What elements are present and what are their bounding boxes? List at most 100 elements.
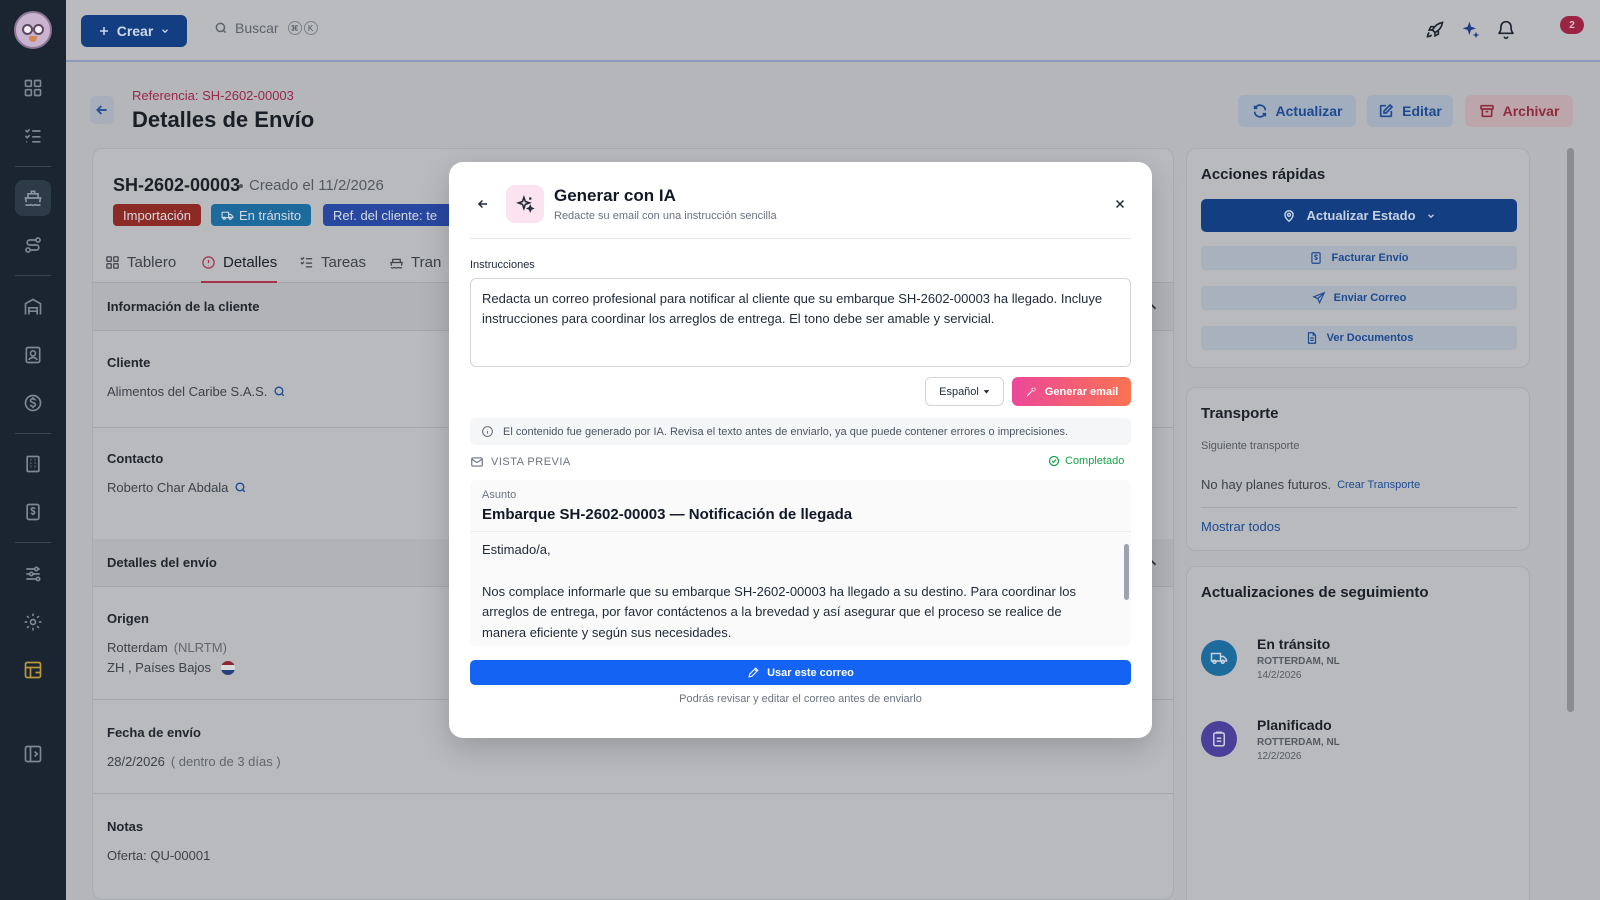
ship-date-relative: ( dentro de 3 días )	[170, 754, 281, 769]
subject-block: Asunto Embarque SH-2602-00003 — Notifica…	[470, 480, 1131, 532]
no-plans-text: No hay planes futuros.	[1201, 477, 1332, 492]
sidebar-divider	[15, 433, 51, 434]
timeline-location: ROTTERDAM, NL	[1257, 656, 1340, 667]
sidebar-item-companies[interactable]	[15, 446, 51, 482]
ship-date: 28/2/2026	[107, 754, 165, 769]
use-this-email-button[interactable]: Usar este correo	[470, 660, 1131, 685]
email-greeting: Estimado/a,	[482, 542, 551, 557]
create-label: Crear	[116, 23, 154, 39]
type-badge-label: Importación	[123, 207, 191, 223]
sidebar-item-finance[interactable]	[15, 385, 51, 421]
caret-down-icon	[983, 388, 990, 395]
kbd-cmd: ⌘	[287, 21, 302, 35]
page-scrollbar[interactable]	[1567, 148, 1574, 712]
timeline-date: 12/2/2026	[1257, 751, 1302, 762]
truck-icon	[221, 209, 234, 222]
sidebar-item-routes[interactable]	[15, 227, 51, 263]
origin-city-name: Rotterdam	[107, 640, 168, 655]
use-this-email-label: Usar este correo	[767, 666, 854, 679]
update-button[interactable]: Actualizar	[1238, 95, 1356, 127]
plus-icon	[98, 25, 110, 37]
show-all-link[interactable]: Mostrar todos	[1201, 519, 1280, 534]
status-badge-label: En tránsito	[239, 207, 302, 223]
instructions-input[interactable]: Redacta un correo profesional para notif…	[470, 278, 1131, 367]
dialog-subtitle: Redacte su email con una instrucción sen…	[554, 210, 777, 222]
sidebar-item-warehouse[interactable]	[15, 289, 51, 325]
sidebar-item-integrations[interactable]	[15, 652, 51, 688]
no-plans-row: No hay planes futuros. Crear Transporte	[1201, 477, 1420, 492]
email-body[interactable]: Estimado/a, Nos complace informarle que …	[470, 532, 1131, 646]
notifications-badge: 2	[1560, 16, 1584, 34]
sidebar-item-contacts[interactable]	[15, 337, 51, 373]
layout-grid-icon	[23, 660, 43, 680]
create-button[interactable]: Crear	[81, 15, 187, 47]
kbd-k: K	[303, 21, 318, 35]
arrow-left-icon	[94, 102, 110, 118]
update-status-button[interactable]: Actualizar Estado	[1201, 199, 1517, 232]
info-circle-icon	[481, 425, 494, 438]
sidebar-item-shipments[interactable]	[15, 180, 51, 216]
close-icon[interactable]	[1113, 197, 1127, 211]
clipboard-icon	[1210, 730, 1228, 748]
search-icon	[214, 21, 228, 35]
edit-label: Editar	[1402, 103, 1442, 119]
search-icon[interactable]	[234, 481, 247, 494]
created-text: Creado el 11/2/2026	[249, 177, 384, 194]
generate-email-button[interactable]: Generar email	[1012, 377, 1131, 406]
sidebar-item-settings[interactable]	[15, 604, 51, 640]
sidebar-item-tasks[interactable]	[15, 118, 51, 154]
send-email-label: Enviar Correo	[1333, 292, 1407, 304]
language-select[interactable]: Español	[925, 377, 1004, 406]
divider	[93, 793, 1173, 794]
checklist-icon	[23, 126, 43, 146]
page-title: Detalles de Envío	[132, 107, 315, 132]
app-logo[interactable]	[14, 11, 52, 49]
contact-name: Roberto Char Abdala	[107, 480, 229, 495]
sparkles-icon	[515, 194, 535, 214]
rocket-icon[interactable]	[1425, 20, 1445, 40]
sidebar-divider	[15, 275, 51, 276]
send-email-button[interactable]: Enviar Correo	[1201, 286, 1517, 310]
tab-label: Tran	[411, 254, 442, 271]
search-input[interactable]: Buscar ⌘ K	[214, 20, 318, 36]
archive-button[interactable]: Archivar	[1465, 95, 1573, 127]
back-button[interactable]	[90, 96, 114, 124]
ai-disclaimer: El contenido fue generado por IA. Revisa…	[470, 418, 1131, 445]
sidebar-item-invoices[interactable]	[15, 494, 51, 530]
timeline-icon-transit	[1201, 640, 1237, 676]
client-ref-badge: Ref. del cliente: te	[323, 204, 453, 226]
create-transport-link[interactable]: Crear Transporte	[1337, 479, 1420, 491]
bell-icon[interactable]	[1496, 20, 1516, 40]
email-paragraph: Nos complace informarle que su embarque …	[482, 583, 1077, 640]
tab-transport[interactable]: Tran	[389, 254, 441, 283]
search-shortcut: ⌘ K	[287, 21, 318, 35]
tab-label: Detalles	[223, 254, 278, 271]
refresh-icon	[1252, 103, 1268, 119]
tab-dashboard[interactable]: Tablero	[105, 254, 176, 283]
ai-sparkle-icon[interactable]	[1461, 20, 1481, 40]
timeline-location: ROTTERDAM, NL	[1257, 737, 1340, 748]
invoice-label: Facturar Envío	[1331, 252, 1409, 264]
view-documents-button[interactable]: Ver Documentos	[1201, 326, 1517, 350]
archive-label: Archivar	[1502, 103, 1560, 119]
tab-tasks[interactable]: Tareas	[299, 254, 366, 283]
sliders-icon	[23, 564, 43, 584]
preview-scrollbar[interactable]	[1124, 544, 1129, 600]
tab-details[interactable]: Detalles	[201, 254, 278, 283]
notes-text: Oferta: QU-00001	[107, 848, 211, 863]
sidebar-collapse-button[interactable]	[15, 736, 51, 772]
client-label: Cliente	[107, 355, 151, 370]
ai-badge	[506, 185, 544, 223]
grid-icon	[23, 78, 43, 98]
next-transport-label: Siguiente transporte	[1201, 440, 1300, 452]
info-circle-icon	[201, 255, 216, 270]
edit-button[interactable]: Editar	[1367, 95, 1453, 127]
sidebar-item-dashboard[interactable]	[15, 70, 51, 106]
search-icon[interactable]	[273, 385, 286, 398]
document-icon	[1305, 331, 1319, 345]
divider	[1201, 507, 1517, 508]
sidebar-item-settings-sliders[interactable]	[15, 556, 51, 592]
arrow-left-icon[interactable]	[476, 197, 490, 211]
invoice-shipment-button[interactable]: Facturar Envío	[1201, 246, 1517, 270]
origin-region: ZH , Países Bajos	[107, 660, 236, 675]
